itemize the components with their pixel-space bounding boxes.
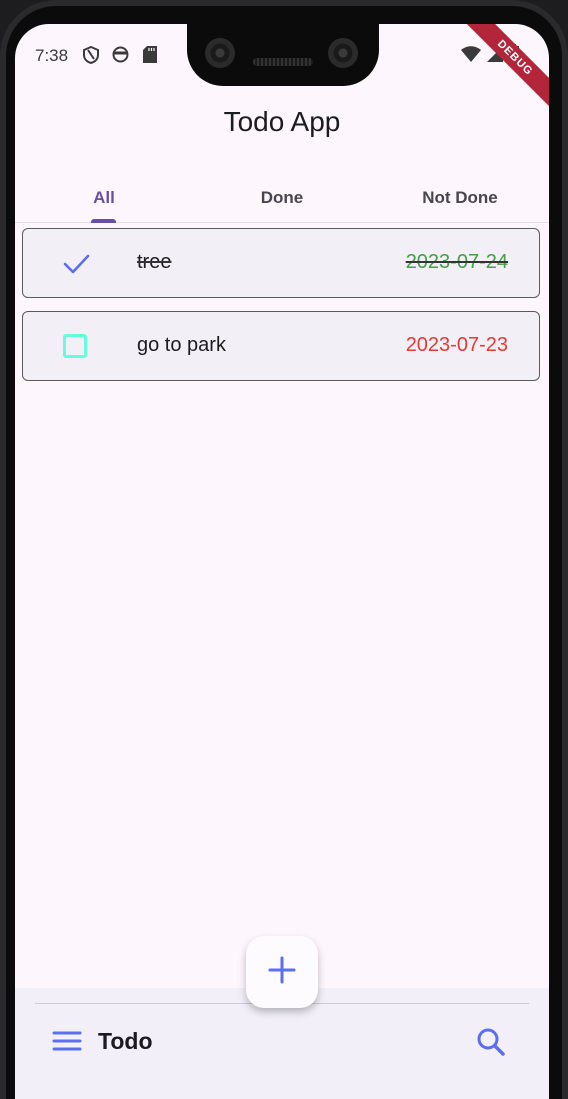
- camera-icon: [205, 38, 235, 68]
- tab-not-done[interactable]: Not Done: [371, 174, 549, 222]
- todo-title: tree: [137, 251, 172, 273]
- bottom-bar-title: Todo: [98, 1028, 153, 1054]
- todo-item[interactable]: go to park 2023-07-23: [22, 311, 540, 381]
- todo-item[interactable]: tree 2023-07-24: [22, 228, 540, 298]
- tab-all[interactable]: All: [15, 174, 193, 222]
- tab-indicator: [91, 219, 116, 223]
- completed-check-icon[interactable]: [61, 249, 91, 279]
- todo-title: go to park: [137, 334, 226, 356]
- camera-notch: [187, 24, 379, 86]
- app-screen: 7:38 DEBUG Todo App All Done Not Done tr…: [15, 24, 549, 1099]
- shield-icon: [83, 45, 99, 65]
- add-icon: [268, 956, 296, 989]
- tab-bar: All Done Not Done: [15, 174, 549, 223]
- face-icon: [112, 46, 129, 64]
- page-title: Todo App: [223, 106, 341, 137]
- menu-icon[interactable]: [52, 1030, 82, 1052]
- wifi-icon: [461, 46, 481, 67]
- search-icon[interactable]: [475, 1026, 507, 1058]
- camera-icon: [328, 38, 358, 68]
- checkbox[interactable]: [61, 332, 91, 362]
- empty-checkbox-icon: [63, 334, 87, 358]
- sd-card-icon: [143, 46, 159, 64]
- status-time: 7:38: [35, 46, 69, 65]
- add-todo-button[interactable]: [246, 936, 318, 1008]
- tab-done[interactable]: Done: [193, 174, 371, 222]
- todo-date: 2023-07-23: [405, 334, 508, 356]
- todo-date: 2023-07-24: [405, 251, 508, 273]
- speaker-grille: [253, 58, 313, 66]
